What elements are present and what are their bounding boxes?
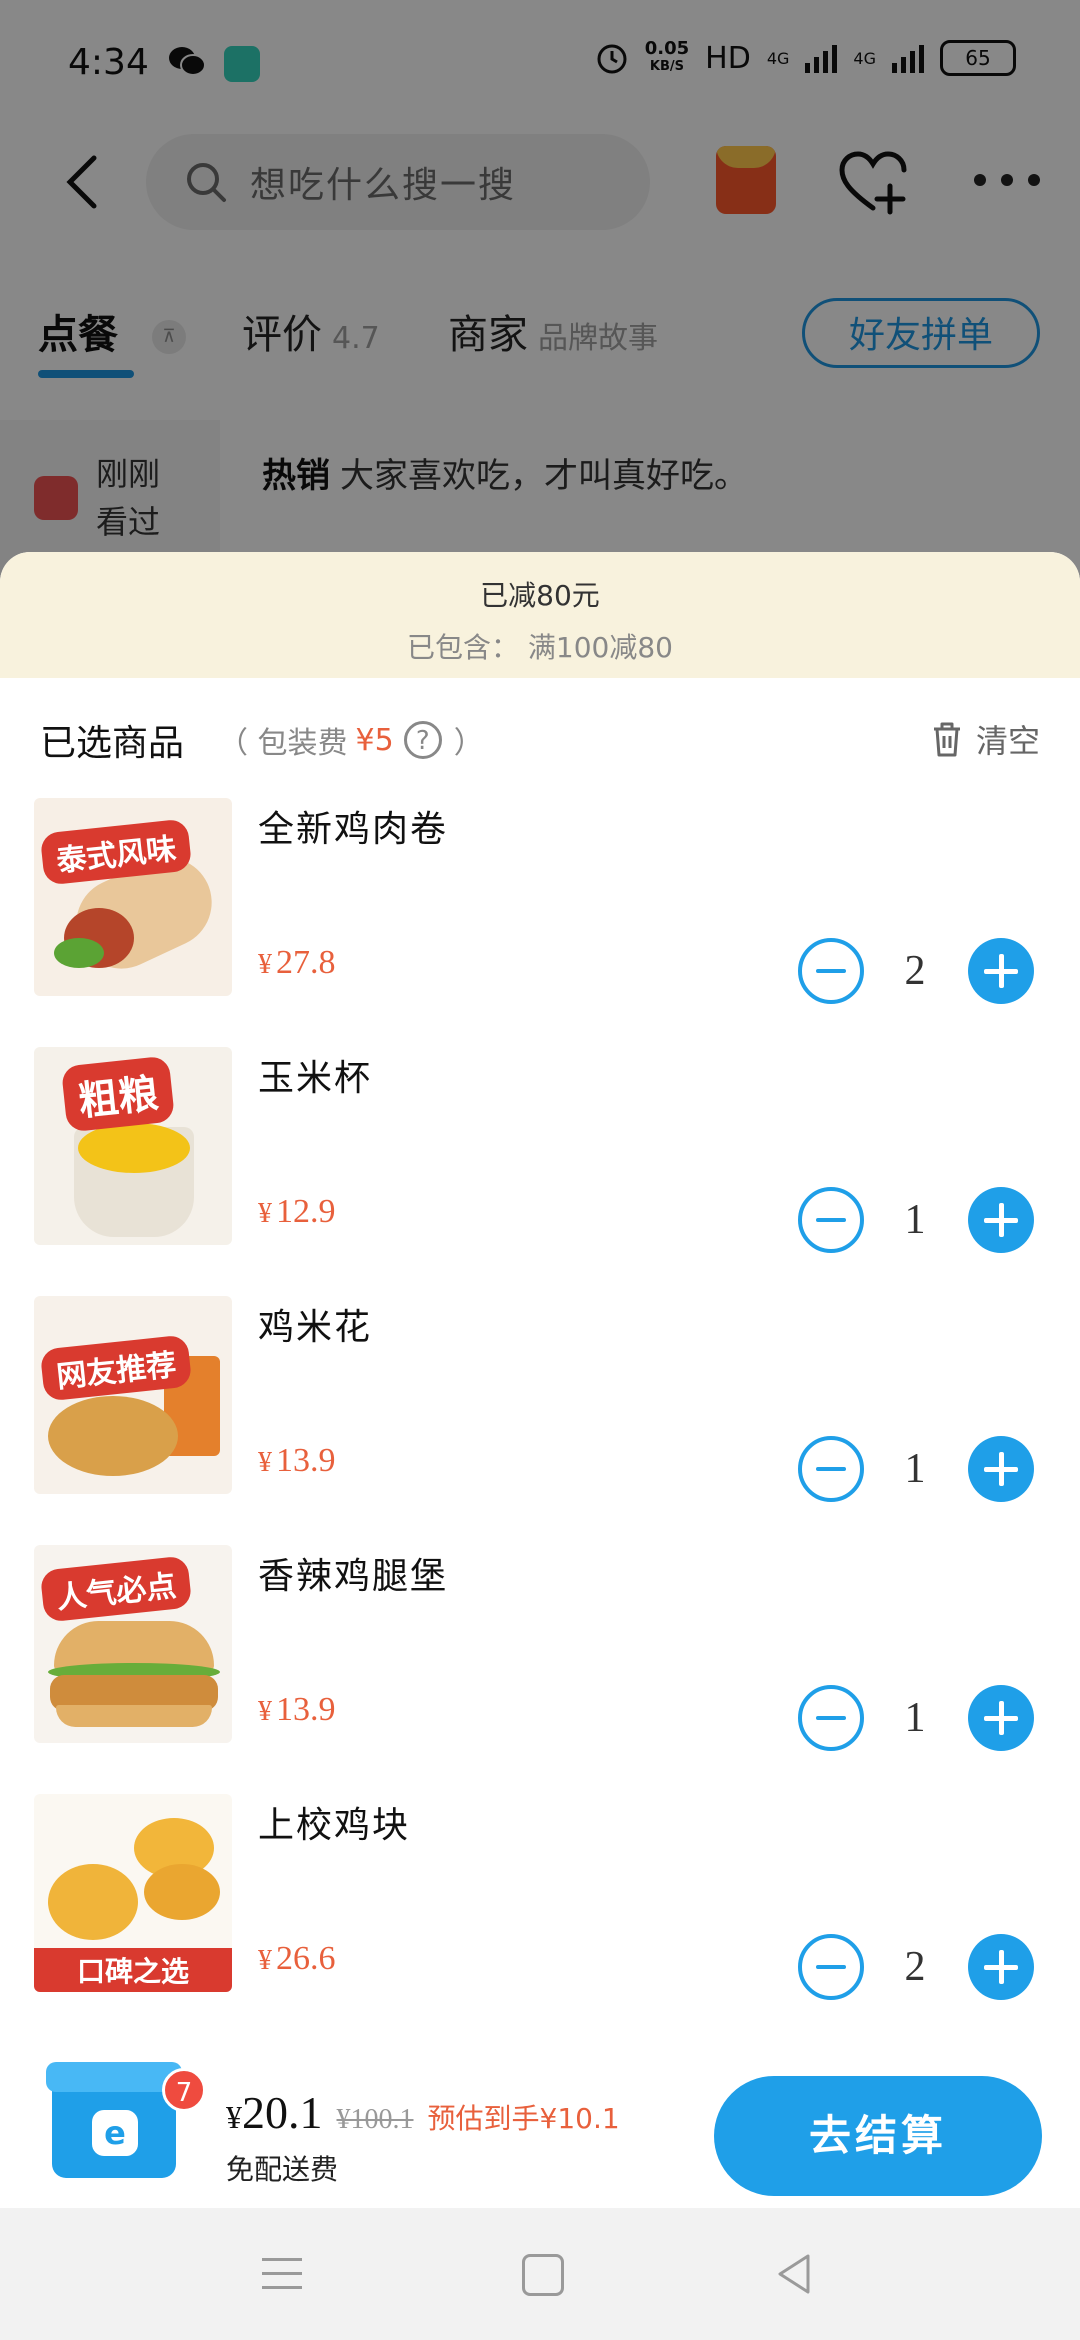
quantity-value: 1 xyxy=(904,1446,926,1492)
cart-item: 人气必点 香辣鸡腿堡 ¥13.9 1 xyxy=(0,1545,1080,1794)
cart-item: 粗粮 玉米杯 ¥12.9 1 xyxy=(0,1047,1080,1296)
product-tag: 粗粮 xyxy=(60,1055,176,1133)
recent-apps-icon[interactable] xyxy=(262,2258,302,2290)
delivery-fee-note: 免配送费 xyxy=(226,2153,339,2186)
product-name: 鸡米花 xyxy=(258,1307,373,1348)
nav-back-icon[interactable] xyxy=(774,2252,814,2296)
product-tag: 口碑之选 xyxy=(34,1948,232,1992)
product-name: 上校鸡块 xyxy=(258,1805,411,1846)
cart-sheet: 已减80元 已包含： 满100减80 已选商品 （ 包装费 ¥5 ? ） 清空 … xyxy=(0,552,1080,2208)
total-price: 20.1 xyxy=(242,2087,323,2138)
packing-fee-price: ¥5 xyxy=(355,722,394,758)
decrease-quantity-button[interactable] xyxy=(798,1436,864,1502)
product-image: 粗粮 xyxy=(34,1047,232,1245)
original-price: ¥100.1 xyxy=(336,2104,414,2135)
system-nav-bar xyxy=(0,2208,1080,2340)
increase-quantity-button[interactable] xyxy=(968,938,1034,1004)
decrease-quantity-button[interactable] xyxy=(798,938,864,1004)
help-icon[interactable]: ? xyxy=(403,721,442,759)
product-tag: 人气必点 xyxy=(39,1555,193,1623)
cart-box-icon[interactable]: e xyxy=(46,2062,182,2178)
cart-count-badge: 7 xyxy=(162,2068,206,2112)
cart-item: 网友推荐 鸡米花 ¥13.9 1 xyxy=(0,1296,1080,1545)
increase-quantity-button[interactable] xyxy=(968,1436,1034,1502)
product-name: 玉米杯 xyxy=(258,1058,373,1099)
discount-title: 已减80元 xyxy=(480,579,600,612)
increase-quantity-button[interactable] xyxy=(968,1685,1034,1751)
quantity-value: 1 xyxy=(904,1197,926,1243)
discount-detail: 已包含： 满100减80 xyxy=(407,631,673,664)
estimated-price: 预估到手¥10.1 xyxy=(427,2102,620,2135)
quantity-value: 2 xyxy=(904,1944,926,1990)
increase-quantity-button[interactable] xyxy=(968,1187,1034,1253)
product-name: 香辣鸡腿堡 xyxy=(258,1556,449,1597)
total-currency: ¥ xyxy=(226,2099,242,2135)
product-image: 人气必点 xyxy=(34,1545,232,1743)
cart-item: 泰式风味 全新鸡肉卷 ¥27.8 2 xyxy=(0,798,1080,1047)
product-price: ¥13.9 xyxy=(258,1442,336,1479)
home-icon[interactable] xyxy=(522,2254,564,2296)
eleme-logo-icon: e xyxy=(92,2110,138,2156)
product-image: 泰式风味 xyxy=(34,798,232,996)
packing-fee: （ 包装费 ¥5 ? ） xyxy=(218,721,484,761)
total-price-line: ¥ 20.1 ¥100.1 预估到手¥10.1 xyxy=(226,2086,620,2139)
decrease-quantity-button[interactable] xyxy=(798,1934,864,2000)
product-price: ¥27.8 xyxy=(258,944,336,981)
product-image: 网友推荐 xyxy=(34,1296,232,1494)
cart-list-header: 已选商品 （ 包装费 ¥5 ? ） 清空 xyxy=(0,678,1080,798)
quantity-value: 1 xyxy=(904,1695,926,1741)
increase-quantity-button[interactable] xyxy=(968,1934,1034,2000)
product-name: 全新鸡肉卷 xyxy=(258,809,449,850)
checkout-bar: e 7 ¥ 20.1 ¥100.1 预估到手¥10.1 免配送费 去结算 xyxy=(0,2030,1080,2208)
trash-icon xyxy=(933,722,960,757)
product-price: ¥26.6 xyxy=(258,1940,336,1977)
product-price: ¥13.9 xyxy=(258,1691,336,1728)
quantity-value: 2 xyxy=(904,948,926,994)
product-image: 口碑之选 xyxy=(34,1794,232,1992)
selected-items-title: 已选商品 xyxy=(40,723,185,764)
product-price: ¥12.9 xyxy=(258,1193,336,1230)
dim-overlay[interactable] xyxy=(0,0,1080,600)
decrease-quantity-button[interactable] xyxy=(798,1685,864,1751)
discount-banner: 已减80元 已包含： 满100减80 xyxy=(0,552,1080,678)
clear-cart-button[interactable]: 清空 xyxy=(932,716,1040,762)
decrease-quantity-button[interactable] xyxy=(798,1187,864,1253)
checkout-button[interactable]: 去结算 xyxy=(714,2076,1042,2196)
cart-item: 口碑之选 上校鸡块 ¥26.6 2 xyxy=(0,1794,1080,2043)
